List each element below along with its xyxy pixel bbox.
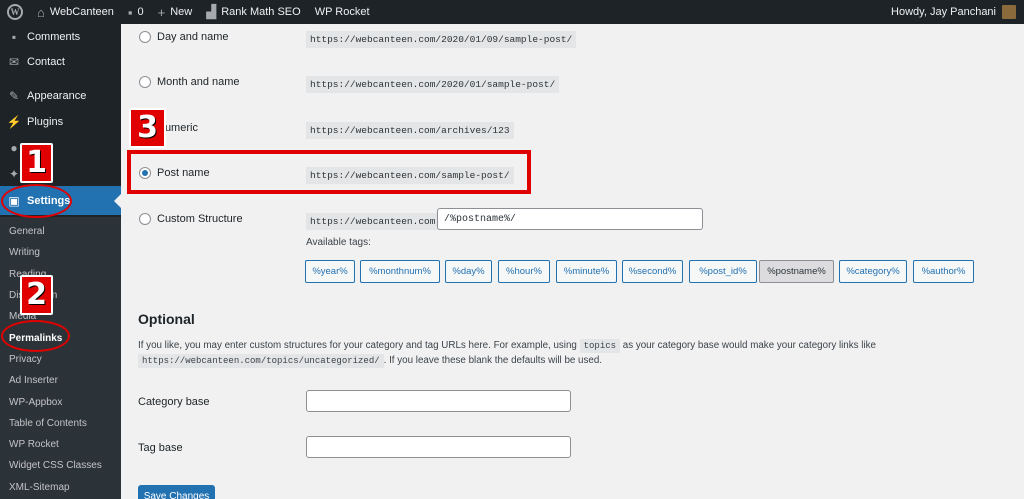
comments-count: 0	[137, 6, 144, 18]
current-menu-arrow	[114, 194, 121, 208]
rank-math-label: Rank Math SEO	[221, 6, 301, 18]
desc-text: . If you leave these blank the defaults …	[383, 355, 603, 366]
submenu-general[interactable]: General	[0, 221, 121, 242]
desc-code: https://webcanteen.com/topics/uncategori…	[138, 354, 384, 368]
settings-submenu: General Writing Reading Discussion Media…	[0, 217, 121, 499]
chart-icon: ▟	[206, 4, 217, 19]
comment-icon: ▪	[11, 30, 17, 44]
permalink-settings-main: Day and name https://webcanteen.com/2020…	[121, 24, 1024, 499]
tag-base-input[interactable]	[306, 436, 571, 458]
example-url: https://webcanteen.com/archives/123	[306, 122, 514, 139]
brush-icon: ✎	[8, 89, 20, 103]
category-base-label: Category base	[138, 396, 210, 408]
tag-day[interactable]: %day%	[445, 260, 492, 283]
new-label: New	[170, 6, 193, 18]
plugin-icon: ⚡	[6, 115, 22, 129]
submenu-table-of-contents[interactable]: Table of Contents	[0, 413, 121, 434]
sidebar-item-appearance[interactable]: ✎ Appearance	[0, 83, 121, 109]
annotation-step-2: 2	[20, 275, 53, 315]
tag-hour[interactable]: %hour%	[498, 260, 550, 283]
admin-bar: W ⌂ WebCanteen ▪ 0 + New ▟ Rank Math SEO…	[0, 0, 1024, 24]
custom-structure-input[interactable]	[437, 208, 703, 230]
tag-base-label: Tag base	[138, 442, 183, 454]
radio-label: Month and name	[157, 76, 240, 88]
optional-description-cont: https://webcanteen.com/topics/uncategori…	[138, 354, 603, 368]
desc-code: topics	[579, 339, 621, 353]
tag-postname[interactable]: %postname%	[759, 260, 834, 283]
submenu-writing[interactable]: Writing	[0, 242, 121, 263]
rank-math-menu[interactable]: ▟ Rank Math SEO	[199, 0, 307, 24]
wp-rocket-label: WP Rocket	[314, 6, 370, 18]
site-name-menu[interactable]: ⌂ WebCanteen	[30, 0, 121, 24]
submenu-discussion[interactable]: Discussion	[0, 285, 121, 306]
home-icon: ⌂	[37, 4, 45, 20]
wrench-icon: ✦	[8, 167, 20, 181]
greeting: Howdy, Jay Panchani	[891, 6, 996, 18]
annotation-box-post-name	[127, 150, 531, 194]
sidebar-item-label: Appearance	[27, 90, 87, 102]
desc-text: If you like, you may enter custom struct…	[138, 340, 577, 351]
optional-heading: Optional	[138, 311, 195, 327]
submenu-reading[interactable]: Reading	[0, 264, 121, 285]
site-name: WebCanteen	[49, 6, 114, 18]
submenu-widget-css-classes[interactable]: Widget CSS Classes	[0, 455, 121, 476]
new-content-menu[interactable]: + New	[151, 0, 200, 24]
tag-category[interactable]: %category%	[839, 260, 907, 283]
wp-rocket-menu[interactable]: WP Rocket	[308, 0, 377, 24]
tag-minute[interactable]: %minute%	[556, 260, 617, 283]
option-custom-structure[interactable]: Custom Structure	[139, 209, 243, 229]
radio-label: Day and name	[157, 31, 229, 43]
tag-year[interactable]: %year%	[305, 260, 355, 283]
submenu-wp-rocket[interactable]: WP Rocket	[0, 434, 121, 455]
radio-month-and-name[interactable]	[139, 76, 151, 88]
sidebar-item-plugins[interactable]: ⚡ Plugins	[0, 109, 121, 135]
save-changes-button[interactable]: Save Changes	[138, 485, 215, 499]
submenu-xml-sitemap[interactable]: XML-Sitemap	[0, 477, 121, 498]
available-tags-label: Available tags:	[306, 237, 371, 248]
sidebar-item-label: Plugins	[27, 116, 64, 128]
optional-description: If you like, you may enter custom struct…	[138, 339, 1008, 353]
category-base-input[interactable]	[306, 390, 571, 412]
wp-logo-menu[interactable]: W	[0, 0, 30, 24]
my-account-menu[interactable]: Howdy, Jay Panchani	[884, 0, 1024, 24]
annotation-oval-permalinks	[1, 320, 70, 352]
example-url: https://webcanteen.com/2020/01/09/sample…	[306, 31, 577, 48]
comments-menu[interactable]: ▪ 0	[121, 0, 151, 24]
submenu-privacy[interactable]: Privacy	[0, 349, 121, 370]
desc-text: as your category base would make your ca…	[622, 340, 876, 351]
sidebar-item-tools[interactable]: ✦	[0, 161, 121, 187]
wordpress-logo-icon: W	[7, 4, 23, 20]
sidebar-item-contact[interactable]: ✉ Contact	[0, 49, 121, 75]
sidebar-item-users[interactable]: ●	[0, 135, 121, 161]
radio-custom-structure[interactable]	[139, 213, 151, 225]
admin-sidebar: ▪ Comments ✉ Contact ✎ Appearance ⚡ Plug…	[0, 24, 121, 499]
plus-icon: +	[157, 4, 166, 20]
tag-monthnum[interactable]: %monthnum%	[360, 260, 440, 283]
annotation-oval-settings	[1, 184, 72, 218]
example-url: https://webcanteen.com/2020/01/sample-po…	[306, 76, 560, 93]
comment-icon: ▪	[127, 4, 133, 20]
users-icon: ●	[10, 141, 18, 155]
submenu-wp-appbox[interactable]: WP-Appbox	[0, 391, 121, 412]
tag-author[interactable]: %author%	[913, 260, 974, 283]
submenu-ad-inserter[interactable]: Ad Inserter	[0, 370, 121, 391]
avatar	[1002, 5, 1016, 19]
custom-structure-prefix: https://webcanteen.com	[306, 213, 440, 230]
tag-post-id[interactable]: %post_id%	[689, 260, 757, 283]
annotation-step-3: 3	[129, 108, 166, 148]
annotation-step-1: 1	[20, 143, 53, 183]
sidebar-item-label: Comments	[27, 31, 81, 43]
sidebar-item-comments[interactable]: ▪ Comments	[0, 24, 121, 50]
mail-icon: ✉	[8, 55, 20, 69]
sidebar-item-label: Contact	[27, 56, 65, 68]
option-month-and-name[interactable]: Month and name	[139, 72, 240, 92]
option-day-and-name[interactable]: Day and name	[139, 27, 229, 47]
tag-second[interactable]: %second%	[622, 260, 683, 283]
radio-day-and-name[interactable]	[139, 31, 151, 43]
radio-label: Custom Structure	[157, 213, 243, 225]
